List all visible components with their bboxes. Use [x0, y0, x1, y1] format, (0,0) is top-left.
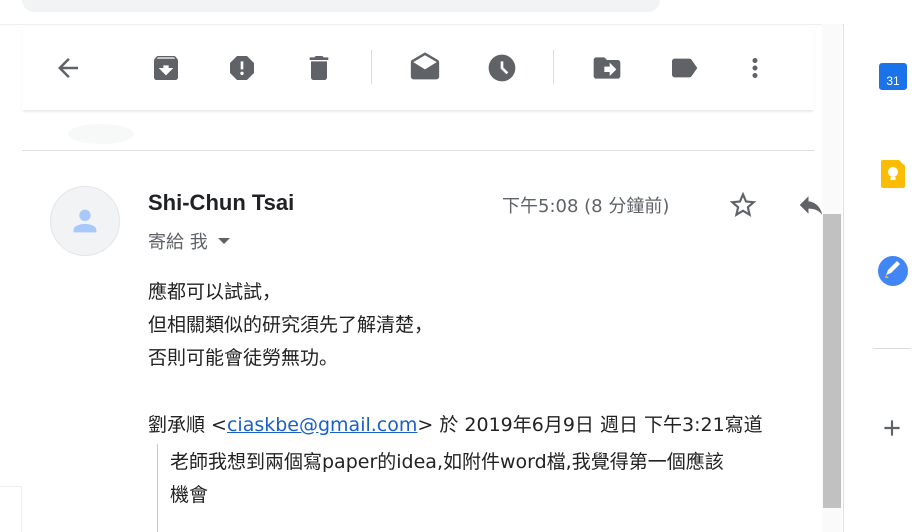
body-line: 否則可能會徒勞無功。 [148, 347, 339, 369]
quote-date: > 於 2019年6月9日 週日 下午3:21寫道 [417, 414, 763, 436]
person-icon [73, 209, 97, 233]
message-body: 應都可以試試， 但相關類似的研究須先了解清楚， 否則可能會徒勞無功。 [148, 276, 433, 375]
more-vert-icon[interactable] [733, 46, 777, 90]
sender-name[interactable]: Shi-Chun Tsai [148, 190, 294, 216]
report-spam-icon[interactable] [220, 46, 264, 90]
snooze-icon[interactable] [480, 46, 524, 90]
quote-author: 劉承順 < [148, 414, 227, 436]
panel-edge [0, 486, 22, 532]
thread-divider [22, 150, 814, 151]
message-timestamp: 下午5:08 (8 分鐘前) [502, 196, 670, 217]
quoted-line: 機會 [170, 484, 209, 506]
quote-bar [157, 444, 158, 532]
archive-icon[interactable] [144, 46, 188, 90]
chevron-down-icon[interactable] [217, 238, 230, 244]
quote-email-link[interactable]: ciaskbe@gmail.com [227, 414, 417, 436]
calendar-day: 31 [886, 74, 900, 88]
gmail-message-view: Shi-Chun Tsai 寄給 我 下午5:08 (8 分鐘前) 應都可以試試… [0, 0, 916, 532]
mark-unread-icon[interactable] [403, 46, 447, 90]
recipient-label: 寄給 我 [148, 232, 208, 253]
avatar[interactable] [50, 186, 120, 256]
toolbar-separator [371, 50, 372, 84]
header-divider [0, 24, 916, 25]
quoted-message: 老師我想到兩個寫paper的idea,如附件word檔,我覺得第一個應該 機會 [170, 446, 724, 512]
label-icon[interactable] [662, 46, 706, 90]
side-panel-divider [873, 348, 911, 349]
calendar-icon[interactable]: 31 [877, 60, 909, 92]
move-to-icon[interactable] [585, 46, 629, 90]
scrollbar-thumb[interactable] [823, 214, 841, 508]
quoted-line: 老師我想到兩個寫paper的idea,如附件word檔,我覺得第一個應該 [170, 451, 724, 473]
keep-icon[interactable] [877, 158, 909, 190]
tasks-icon[interactable] [877, 255, 909, 287]
recipient-line[interactable]: 寄給 我 [148, 228, 230, 254]
star-icon[interactable] [724, 186, 762, 224]
delete-icon[interactable] [297, 46, 341, 90]
back-arrow-icon[interactable] [46, 46, 90, 90]
search-bar[interactable] [22, 0, 660, 12]
toolbar-separator [553, 50, 554, 84]
add-icon[interactable] [876, 412, 908, 444]
quote-attribution: 劉承順 <ciaskbe@gmail.com> 於 2019年6月9日 週日 下… [148, 410, 763, 437]
previous-message-peek [68, 124, 134, 144]
body-line: 應都可以試試， [148, 281, 282, 303]
body-line: 但相關類似的研究須先了解清楚， [148, 314, 434, 336]
